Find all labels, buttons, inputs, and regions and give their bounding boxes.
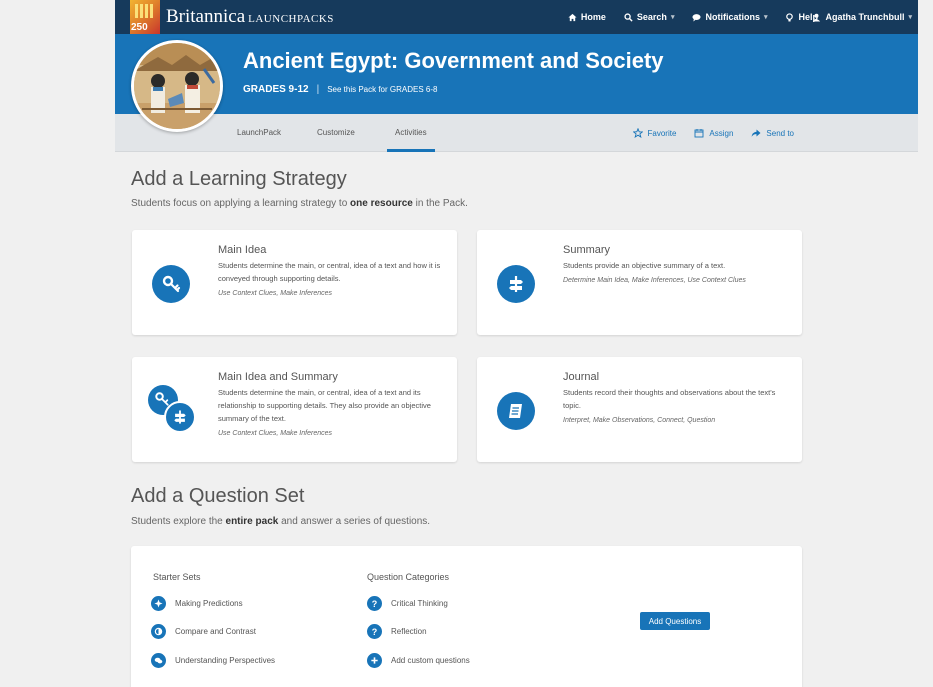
card-title: Summary xyxy=(563,244,611,256)
chevron-down-icon: ▾ xyxy=(670,14,675,21)
lightbulb-icon xyxy=(786,12,794,21)
strategy-desc-bold: one resource xyxy=(350,198,413,209)
add-questions-button[interactable]: Add Questions xyxy=(640,612,710,630)
star-icon xyxy=(632,128,643,138)
pack-actions: Favorite Assign Send to xyxy=(632,114,794,152)
compass-icon xyxy=(151,596,166,611)
home-icon xyxy=(568,13,577,21)
user-menu[interactable]: Agatha Trunchbull ▾ xyxy=(812,0,912,34)
send-to-label: Send to xyxy=(766,128,794,138)
user-name: Agatha Trunchbull xyxy=(825,12,905,22)
journal-icon xyxy=(497,392,535,430)
grade-separator: | xyxy=(316,84,320,95)
strategy-card-main-idea[interactable]: Main Idea Students determine the main, o… xyxy=(132,230,457,335)
grade-line: GRADES 9-12 | See this Pack for GRADES 6… xyxy=(243,84,437,95)
strategy-desc-post: in the Pack. xyxy=(412,198,468,209)
britannica-logo[interactable]: 250 Britannica LAUNCHPACKS xyxy=(130,0,334,34)
card-title: Main Idea and Summary xyxy=(218,371,338,383)
chat-bubble-icon xyxy=(692,13,702,22)
share-arrow-icon xyxy=(752,129,761,137)
tab-customize[interactable]: Customize xyxy=(317,114,355,152)
favorite-label: Favorite xyxy=(647,128,677,138)
card-skills: Use Context Clues, Make Inferences xyxy=(218,290,332,297)
half-circle-icon xyxy=(151,624,166,639)
strategy-card-summary[interactable]: Summary Students provide an objective su… xyxy=(477,230,802,335)
chevron-down-icon: ▾ xyxy=(763,14,768,21)
egyptian-painting-image xyxy=(134,43,220,129)
add-custom-questions[interactable]: Add custom questions xyxy=(367,653,470,668)
card-description: Students determine the main, or central,… xyxy=(218,388,431,423)
question-mark-icon: ? xyxy=(367,624,382,639)
calendar-icon xyxy=(694,129,704,138)
starter-set-compare-contrast[interactable]: Compare and Contrast xyxy=(151,624,256,639)
card-description: Students determine the main, or central,… xyxy=(218,261,441,283)
nav-search-label: Search xyxy=(636,12,667,22)
category-label: Reflection xyxy=(391,627,427,636)
category-reflection[interactable]: ? Reflection xyxy=(367,624,427,639)
card-skills: Interpret, Make Observations, Connect, Q… xyxy=(563,417,716,424)
strategy-description: Students focus on applying a learning st… xyxy=(131,198,468,209)
category-label: Add custom questions xyxy=(391,656,470,665)
tab-launchpack[interactable]: LaunchPack xyxy=(237,114,281,152)
starter-set-making-predictions[interactable]: Making Predictions xyxy=(151,596,243,611)
assign-button[interactable]: Assign xyxy=(694,128,733,138)
card-title: Journal xyxy=(563,371,600,383)
strategy-desc-pre: Students focus on applying a learning st… xyxy=(131,198,351,209)
nav-search[interactable]: Search ▾ xyxy=(624,12,675,22)
chevron-down-icon: ▾ xyxy=(908,14,912,21)
signpost-icon xyxy=(497,265,535,303)
question-set-panel: Starter Sets Question Categories Making … xyxy=(131,546,802,687)
badge-number: 250 xyxy=(131,22,148,33)
brand-name: Britannica xyxy=(166,6,246,27)
question-set-description: Students explore the entire pack and ans… xyxy=(131,516,430,527)
card-description: Students record their thoughts and obser… xyxy=(563,388,776,410)
top-navbar: 250 Britannica LAUNCHPACKS Home Search ▾… xyxy=(115,0,918,34)
pack-tab-bar: LaunchPack Customize Activities Favorite… xyxy=(115,114,918,152)
top-nav: Home Search ▾ Notifications ▾ Help xyxy=(568,0,818,34)
strategy-heading: Add a Learning Strategy xyxy=(131,168,347,190)
plus-icon xyxy=(367,653,382,668)
favorite-button[interactable]: Favorite xyxy=(632,128,677,138)
card-title: Main Idea xyxy=(218,244,267,256)
nav-notifications-label: Notifications xyxy=(705,12,760,22)
send-to-button[interactable]: Send to xyxy=(751,128,794,138)
key-icon xyxy=(152,265,190,303)
starter-set-label: Compare and Contrast xyxy=(175,627,256,636)
card-skills: Use Context Clues, Make Inferences xyxy=(218,430,332,437)
key-signpost-icon xyxy=(148,385,198,435)
starter-sets-heading: Starter Sets xyxy=(153,572,201,582)
question-categories-heading: Question Categories xyxy=(367,572,450,582)
card-skills: Determine Main Idea, Make Inferences, Us… xyxy=(563,277,746,284)
nav-home-label: Home xyxy=(580,12,606,22)
anniversary-badge: 250 xyxy=(130,0,160,34)
pack-header: Ancient Egypt: Government and Society GR… xyxy=(115,34,918,114)
assign-label: Assign xyxy=(709,128,734,138)
category-label: Critical Thinking xyxy=(391,599,448,608)
question-desc-pre: Students explore the xyxy=(131,516,226,527)
card-description: Students provide an objective summary of… xyxy=(563,261,726,270)
nav-notifications[interactable]: Notifications ▾ xyxy=(692,12,767,22)
starter-set-label: Making Predictions xyxy=(175,599,243,608)
chat-bubbles-icon xyxy=(151,653,166,668)
strategy-card-main-idea-summary[interactable]: Main Idea and Summary Students determine… xyxy=(132,357,457,462)
starter-set-understanding-perspectives[interactable]: Understanding Perspectives xyxy=(151,653,275,668)
tab-activities[interactable]: Activities xyxy=(387,114,435,152)
other-grade-link[interactable]: See this Pack for GRADES 6-8 xyxy=(327,85,437,94)
strategy-card-journal[interactable]: Journal Students record their thoughts a… xyxy=(477,357,802,462)
question-desc-post: and answer a series of questions. xyxy=(278,516,431,527)
search-icon xyxy=(624,12,633,22)
user-icon xyxy=(813,13,821,22)
question-desc-bold: entire pack xyxy=(225,516,279,527)
category-critical-thinking[interactable]: ? Critical Thinking xyxy=(367,596,448,611)
nav-home[interactable]: Home xyxy=(568,12,606,22)
question-set-heading: Add a Question Set xyxy=(131,485,305,507)
starter-set-label: Understanding Perspectives xyxy=(175,656,276,665)
question-mark-icon: ? xyxy=(367,596,382,611)
pack-image xyxy=(131,40,223,132)
grade-level: GRADES 9-12 xyxy=(243,84,309,95)
brand-product: LAUNCHPACKS xyxy=(248,13,334,25)
page-title: Ancient Egypt: Government and Society xyxy=(243,48,664,73)
